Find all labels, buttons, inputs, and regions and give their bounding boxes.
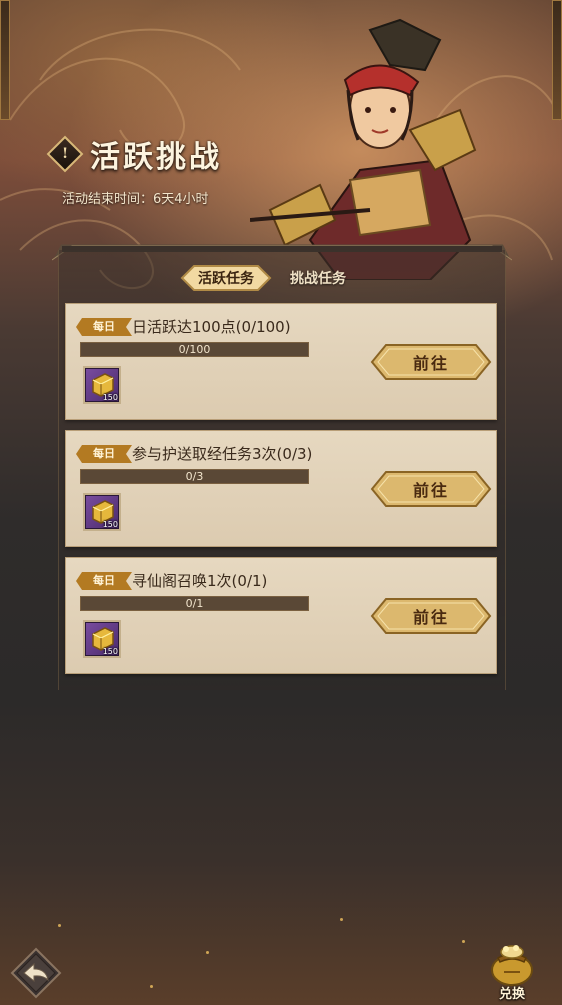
task-progress-bar: 0/100: [80, 342, 309, 357]
sparkle: [462, 940, 465, 943]
task-title: 日活跃达100点(0/100): [132, 318, 291, 336]
task-progress-bar: 0/1: [80, 596, 309, 611]
page-header: ! 活跃挑战: [46, 132, 222, 176]
event-end-time: 活动结束时间：6天4小时: [62, 192, 209, 207]
sparkle: [340, 918, 343, 921]
sparkle: [206, 951, 209, 954]
sparkle: [58, 924, 61, 927]
reward-item[interactable]: 150: [83, 366, 121, 404]
task-progress-bar: 0/3: [80, 469, 309, 484]
tab-active-tasks[interactable]: 活跃任务: [180, 264, 272, 292]
daily-badge: 每日: [76, 318, 132, 336]
reward-item[interactable]: 150: [83, 620, 121, 658]
page-title: 活跃挑战: [90, 140, 222, 175]
daily-badge: 每日: [76, 445, 132, 463]
task-title: 参与护送取经任务3次(0/3): [132, 445, 313, 463]
right-frame-rail: [552, 0, 562, 120]
treasure-pot-icon: [491, 945, 533, 986]
tab-challenge-tasks[interactable]: 挑战任务: [290, 268, 346, 288]
back-arrow-icon[interactable]: [10, 947, 62, 999]
task-title: 寻仙阁召唤1次(0/1): [132, 572, 268, 590]
go-button[interactable]: 前往: [370, 343, 492, 381]
task-card: 每日 参与护送取经任务3次(0/3) 0/3 150 前往: [65, 430, 497, 547]
task-card: 每日 寻仙阁召唤1次(0/1) 0/1 150 前往: [65, 557, 497, 674]
title-alert-icon: !: [46, 135, 84, 173]
task-tabs: 活跃任务 挑战任务: [180, 264, 346, 292]
task-card: 每日 日活跃达100点(0/100) 0/100 150 前往: [65, 303, 497, 420]
daily-badge: 每日: [76, 572, 132, 590]
exchange-button[interactable]: 兑换: [484, 938, 540, 1002]
go-button[interactable]: 前往: [370, 470, 492, 508]
reward-item[interactable]: 150: [83, 493, 121, 531]
left-frame-rail: [0, 0, 10, 120]
go-button[interactable]: 前往: [370, 597, 492, 635]
sparkle: [150, 985, 153, 988]
